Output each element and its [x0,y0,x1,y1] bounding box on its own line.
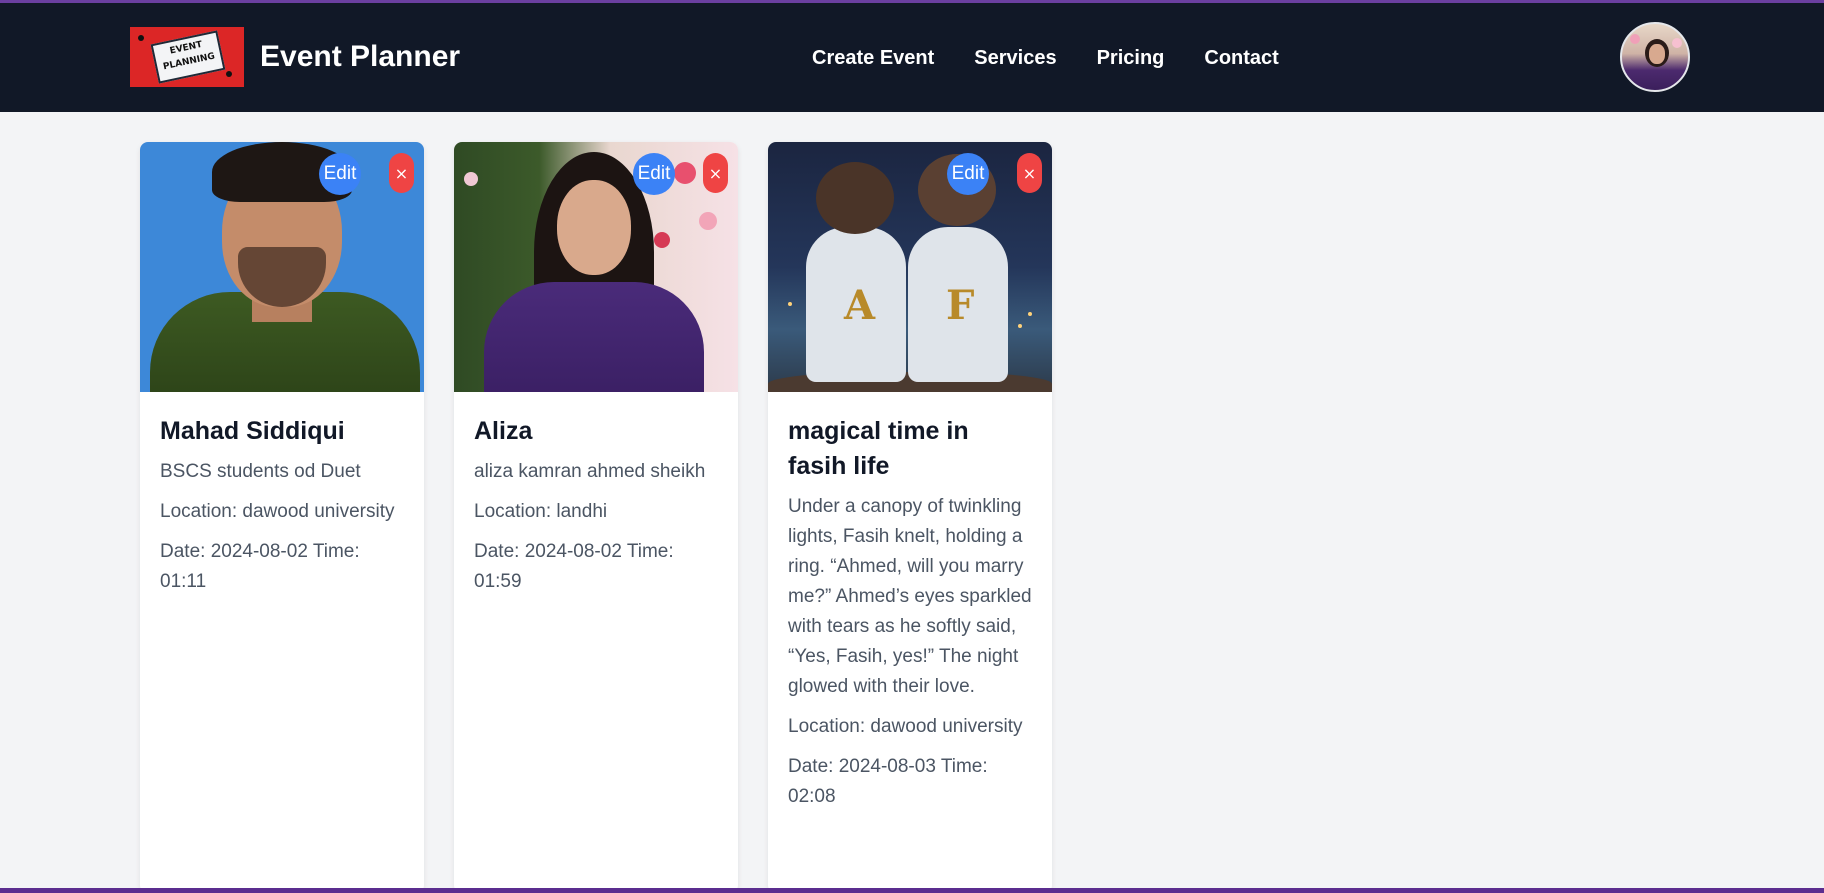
photo-detail [816,162,894,234]
photo-letter: A [844,282,876,329]
nav-pricing[interactable]: Pricing [1097,47,1165,70]
event-card-image: Edit × [140,142,424,392]
top-accent-strip [0,0,1824,3]
delete-button[interactable]: × [703,153,728,193]
main-nav: Create Event Services Pricing Contact [812,47,1279,70]
edit-button[interactable]: Edit [947,153,989,195]
event-card-body: magical time in fasih life Under a canop… [768,392,1052,812]
logo-puzzle-piece: EVENT PLANNING [150,30,226,84]
event-card-body: Aliza aliza kamran ahmed sheikh Location… [454,392,738,597]
event-datetime: Date: 2024-08-02 Time: 01:11 [160,541,360,592]
photo-letter: F [946,282,975,329]
nav-contact[interactable]: Contact [1204,47,1278,70]
delete-button[interactable]: × [1017,153,1042,193]
edit-button[interactable]: Edit [319,153,361,195]
event-location: Location: landhi [474,501,608,522]
photo-detail [654,232,670,248]
photo-detail [788,302,792,306]
event-location: Location: dawood university [788,716,1023,737]
event-card: Edit × Mahad Siddiqui BSCS students od D… [140,142,424,893]
event-planning-logo[interactable]: EVENT PLANNING [130,27,244,87]
event-card: Edit × Aliza aliza kamran ahmed sheikh L… [454,142,738,893]
event-description: BSCS students od Duet [160,461,361,482]
photo-detail [674,162,696,184]
photo-detail [557,180,631,275]
avatar-photo-detail [1630,34,1640,44]
photo-detail [484,282,704,392]
logo-decoration [138,35,144,41]
logo-decoration [226,71,232,77]
event-description: Under a canopy of twinkling lights, Fasi… [788,496,1032,697]
event-title: magical time in fasih life [788,417,969,480]
photo-detail [699,212,717,230]
nav-create-event[interactable]: Create Event [812,47,934,70]
event-description: aliza kamran ahmed sheikh [474,461,706,482]
event-card-body: Mahad Siddiqui BSCS students od Duet Loc… [140,392,424,597]
user-avatar[interactable] [1620,22,1690,92]
top-navbar: EVENT PLANNING Event Planner Create Even… [0,0,1824,112]
event-location: Location: dawood university [160,501,395,522]
event-card: A F Edit × magical time in fasih life Un… [768,142,1052,893]
event-title: Aliza [474,417,533,445]
avatar-photo-detail [1649,44,1665,64]
event-card-image: A F Edit × [768,142,1052,392]
event-datetime: Date: 2024-08-02 Time: 01:59 [474,541,674,592]
delete-button[interactable]: × [389,153,414,193]
edit-button[interactable]: Edit [633,153,675,195]
photo-detail [1028,312,1032,316]
photo-detail [464,172,478,186]
bottom-accent-strip [0,888,1824,893]
event-card-image: Edit × [454,142,738,392]
event-datetime: Date: 2024-08-03 Time: 02:08 [788,756,988,807]
brand-name[interactable]: Event Planner [260,40,460,74]
nav-services[interactable]: Services [974,47,1056,70]
avatar-photo-detail [1672,38,1682,48]
event-title: Mahad Siddiqui [160,417,345,445]
photo-detail [1018,324,1022,328]
